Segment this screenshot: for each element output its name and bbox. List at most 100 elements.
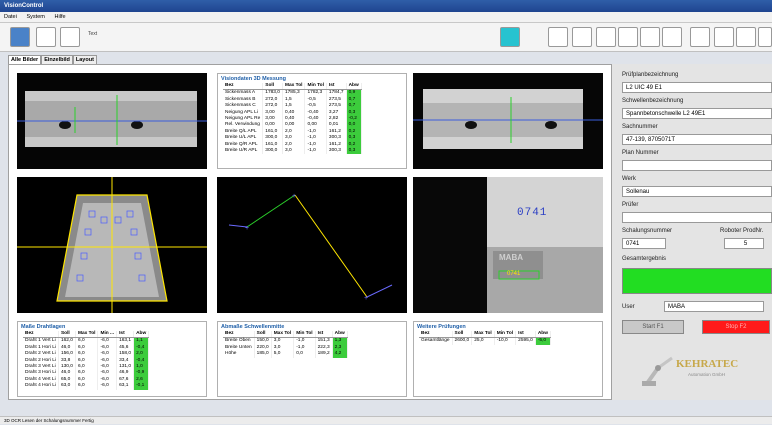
user-field[interactable]: MABA [664,301,764,312]
sleeper-field[interactable]: Spannbetonschwelle L2 49E1 [622,108,772,119]
menu-system[interactable]: System [23,12,49,23]
column-header: Bez [223,83,264,91]
table-cell: 1785,3 [282,89,306,97]
column-header: Soll [254,331,272,339]
text-button[interactable]: Text [88,31,97,37]
tab-layout[interactable]: Layout [72,55,97,64]
svg-text:+: + [245,225,249,232]
toolbar: Text [0,23,772,52]
ocr-image [413,177,603,313]
table-cell: 300,3 [326,148,347,155]
table-cell: Draht 1 Vert Li [23,337,59,345]
wires-title: Maße Drahtlagen [21,324,66,330]
table-row[interactable]: Draht 1 Vert Li 162,0 6,0 -6,0 163,1 1,1 [23,337,150,345]
part-field[interactable]: 47-139, 8705071T [622,134,772,145]
table-row[interactable]: Gesamtlänge 2600,0 25,0 -10,0 2595,0 -5,0 [419,337,551,345]
tab-alle-bilder[interactable]: Alle Bilder [8,55,42,64]
list-icon[interactable] [618,27,638,47]
measure3d-table: Bez Soll Max Tol Min Tol Ist Abw Sickenmass A1… [223,83,362,155]
start-button[interactable]: Start F1 [622,320,684,334]
table-row[interactable]: Breite Oben 150,0 3,0 -1,0 151,3 1,3 [223,337,348,345]
logo-text: KEHRATEC [676,358,739,370]
ocr-number: 0741 [517,207,548,219]
sleeper-panel: Abmaße Schwellenmitte Bez Soll Max Tol Min … [217,321,407,397]
column-header: Soll [262,83,283,91]
printer-icon[interactable] [640,27,660,47]
column-header: Min Tol [293,331,316,339]
status-text: 3D OCR Lesen der Schalungsnummer Fertig [4,418,94,423]
camera-mid-right[interactable]: 0741 MABA 0741 [413,177,603,313]
table-cell: 3,0 [282,148,306,155]
table-cell: Gesamtlänge [419,337,453,345]
column-header: Ist [515,331,536,339]
table-cell: 3,0 [271,337,295,345]
camera-3-icon[interactable] [736,27,756,47]
column-header: Max Tol [75,331,99,339]
tester-field[interactable] [622,212,772,223]
camera-mid-left[interactable] [17,177,207,313]
table-header: Bez Soll Max Tol Min ... Ist Abw [23,331,150,339]
camera-settings-icon[interactable] [60,27,80,47]
table-cell: -1,0 [304,148,327,155]
camera-4-icon[interactable] [758,27,772,47]
stop-button[interactable]: Stop F2 [702,320,770,334]
mold-field[interactable]: 0741 [622,238,666,249]
sleeper-side-left-image [17,73,207,169]
plant-label: Werk [622,176,636,182]
camera-1-icon[interactable] [690,27,710,47]
notes-icon[interactable] [572,27,592,47]
report-icon[interactable] [596,27,616,47]
sleeper-side-right-image [413,73,603,169]
menu-hilfe[interactable]: Hilfe [51,12,70,23]
column-header: Bez [223,331,255,339]
tab-einzelbild[interactable]: Einzelbild [41,55,73,64]
table-cell: 5,0 [271,351,295,358]
info-panel: Prüfplanbezeichnung L2 UIC 49 E1 Schwell… [612,64,772,400]
column-header: Abw [535,331,551,339]
plant-field[interactable]: Sollenau [622,186,772,197]
further-title: Weitere Prüfungen [417,324,466,330]
table-cell: 189,2 [315,351,333,358]
menu-datei[interactable]: Datei [0,12,21,23]
camera-top-right[interactable] [413,73,603,169]
user-icon[interactable] [662,27,682,47]
table-cell: 2600,0 [452,337,473,345]
column-header: Abw [133,331,150,339]
status-bar: 3D OCR Lesen der Schalungsnummer Fertig [0,416,772,424]
sleeper-table: Bez Soll Max Tol Min Tol Ist Abw Breite Oben 15… [223,331,348,358]
table-row[interactable]: Sickenmass A 1783,0 1785,3 1782,3 1784,7 0,9 [223,89,362,97]
table-cell: Draht 4 Hori Li [23,383,59,390]
table-cell: Rel. Verwindung [223,122,264,129]
table-cell: Breite U/R APL [223,148,264,155]
grid-view-icon[interactable] [10,27,30,47]
table-row[interactable]: Höhe 185,0 5,0 0,0 189,2 4,2 [223,351,348,358]
table-cell: 1,3 [332,337,348,345]
robot-label: Roboter ProdNr. [720,228,764,234]
column-header: Min Tol [304,83,327,91]
plannr-field[interactable] [622,160,772,171]
menu-bar: Datei System Hilfe [0,12,772,23]
table-row[interactable]: Draht 4 Hori Li 63,0 6,0 -6,0 63,1 -0,1 [23,383,150,390]
table-row[interactable]: Breite U/R APL 300,0 3,0 -1,0 300,3 0,3 [223,148,362,155]
document-icon[interactable] [548,27,568,47]
svg-text:+: + [364,295,368,302]
user-label: User [622,304,635,310]
camera-mid-center[interactable]: + + + [217,177,407,313]
table-cell: 1783,0 [262,89,283,97]
column-header: Bez [419,331,453,339]
table-cell: 163,1 [116,337,135,345]
table-cell: 25,0 [471,337,495,345]
table-cell: 1784,7 [326,89,347,97]
robot-field[interactable]: 5 [724,238,764,249]
monitor-icon[interactable] [500,27,520,47]
tool-icon[interactable] [36,27,56,47]
table-cell: 6,0 [75,383,99,390]
plan-field[interactable]: L2 UIC 49 E1 [622,82,772,93]
column-header: Max Tol [271,331,295,339]
table-cell: Draht 2 Vert Li [23,351,59,358]
wires-panel: Maße Drahtlagen Bez Soll Max Tol Min ... Ist… [17,321,207,397]
table-cell: 185,0 [254,351,272,358]
mold-label: Schalungsnummer [622,228,673,234]
camera-2-icon[interactable] [714,27,734,47]
camera-top-left[interactable] [17,73,207,169]
